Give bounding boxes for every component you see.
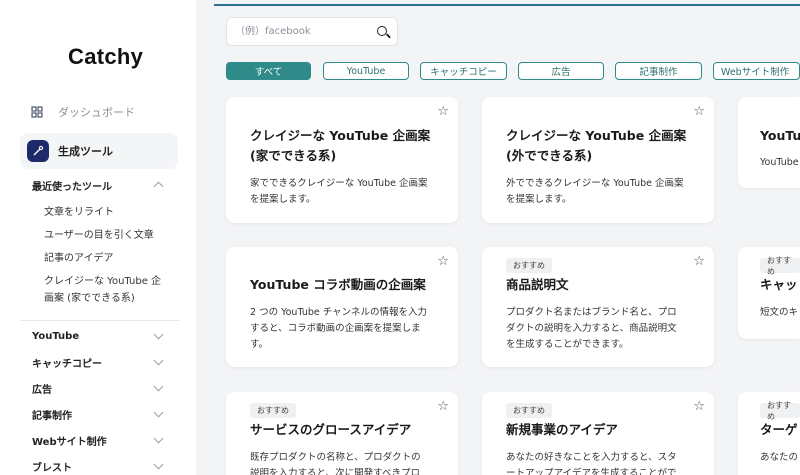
sidebar-recent-item[interactable]: クレイジーな YouTube 企 xyxy=(44,273,172,290)
card-title: 商品説明文 xyxy=(506,277,569,292)
card-title: YouTu xyxy=(760,128,800,143)
search-box xyxy=(226,17,398,46)
card-description: あなたの好きなことを入力すると、スタ xyxy=(506,452,677,463)
tool-card[interactable]: ☆ クレイジーな YouTube 企画案 (外でできる系) 外でできるクレイジー… xyxy=(482,97,714,223)
filter-chip-articles[interactable]: 記事制作 xyxy=(615,62,702,80)
filter-chip-ads[interactable]: 広告 xyxy=(518,62,604,80)
card-description-cont: す。 xyxy=(250,339,269,350)
card-title: ターゲ xyxy=(760,422,798,437)
section-label: 記事制作 xyxy=(32,410,72,422)
sidebar-recent-item-cont[interactable]: 画案 (家でできる系) xyxy=(44,290,172,307)
card-title-cont: (家でできる系) xyxy=(250,148,337,163)
card-title: クレイジーな YouTube 企画案 xyxy=(506,128,687,143)
card-description: 既存プロダクトの名称と、プロダクトの xyxy=(250,452,421,463)
chevron-down-icon xyxy=(153,355,164,366)
recommended-badge: おすすめ xyxy=(250,403,296,418)
section-label: ブレスト xyxy=(32,462,72,474)
sidebar-item-label: ダッシュボード xyxy=(58,106,135,119)
tool-card[interactable]: YouTu YouTube xyxy=(738,97,800,188)
card-description-cont: ートアップアイデアを生成することがで xyxy=(506,468,677,475)
tool-card[interactable]: ☆ おすすめ 新規事業のアイデア あなたの好きなことを入力すると、スタ ートアッ… xyxy=(482,392,714,475)
sidebar-recent-item[interactable]: 文章をリライト xyxy=(44,204,172,221)
magic-wand-icon xyxy=(27,140,49,162)
chevron-down-icon xyxy=(153,433,164,444)
app-logo[interactable]: Catchy xyxy=(68,44,143,70)
star-icon[interactable]: ☆ xyxy=(437,255,449,268)
sidebar-recent-item[interactable]: ユーザーの目を引く文章 xyxy=(44,227,172,244)
tool-card[interactable]: ☆ おすすめ サービスのグロースアイデア 既存プロダクトの名称と、プロダクトの … xyxy=(226,392,458,475)
recommended-badge: おすすめ xyxy=(506,258,552,273)
card-description: 2 つの YouTube チャンネルの情報を入力 xyxy=(250,307,427,318)
card-description: あなたの xyxy=(760,452,799,463)
sidebar-section-website[interactable]: Webサイト制作 xyxy=(32,430,166,450)
section-label: キャッチコピー xyxy=(32,358,102,370)
card-description: プロダクト名またはブランド名と、プロ xyxy=(506,307,677,318)
star-icon[interactable]: ☆ xyxy=(693,400,705,413)
card-description-cont: を生成することができます。 xyxy=(506,339,629,350)
star-icon[interactable]: ☆ xyxy=(693,255,705,268)
card-description-cont: を提案します。 xyxy=(250,194,316,205)
card-title: 新規事業のアイデア xyxy=(506,422,618,437)
chevron-down-icon xyxy=(153,459,164,470)
card-description: 外でできるクレイジーな YouTube 企画案 xyxy=(506,178,684,189)
card-description: YouTube xyxy=(760,157,799,168)
recommended-badge: おすすめ xyxy=(506,403,552,418)
divider xyxy=(20,320,180,321)
dashboard-icon xyxy=(26,101,48,123)
section-label: YouTube xyxy=(32,330,80,342)
tool-card[interactable]: おすすめ ターゲ あなたの xyxy=(738,392,800,475)
filter-chip-website[interactable]: Webサイト制作 xyxy=(713,62,800,80)
section-label: Webサイト制作 xyxy=(32,436,107,448)
chevron-down-icon xyxy=(153,407,164,418)
star-icon[interactable]: ☆ xyxy=(437,400,449,413)
card-description-cont: 説明を入力すると、次に開発すべきプロ xyxy=(250,468,420,475)
star-icon[interactable]: ☆ xyxy=(437,105,449,118)
recommended-badge: おすすめ xyxy=(760,401,800,421)
card-title: クレイジーな YouTube 企画案 xyxy=(250,128,431,143)
sidebar-item-dashboard[interactable]: ダッシュボード xyxy=(20,98,182,126)
tool-card[interactable]: ☆ YouTube コラボ動画の企画案 2 つの YouTube チャンネルの情… xyxy=(226,247,458,367)
filter-chip-catchcopy[interactable]: キャッチコピー xyxy=(420,62,507,80)
search-input[interactable] xyxy=(235,26,375,37)
sidebar-recent-item[interactable]: 記事のアイデア xyxy=(44,250,172,267)
filter-chip-youtube[interactable]: YouTube xyxy=(323,62,409,80)
star-icon[interactable]: ☆ xyxy=(693,105,705,118)
sidebar-section-catchcopy[interactable]: キャッチコピー xyxy=(32,352,166,372)
card-description: 短文のキ xyxy=(760,307,799,318)
sidebar-section-ads[interactable]: 広告 xyxy=(32,378,166,398)
chevron-down-icon xyxy=(153,329,164,340)
card-description-cont: を提案します。 xyxy=(506,194,572,205)
tool-card[interactable]: ☆ クレイジーな YouTube 企画案 (家でできる系) 家でできるクレイジー… xyxy=(226,97,458,223)
sidebar-section-articles[interactable]: 記事制作 xyxy=(32,404,166,424)
card-description-cont: ダクトの説明を入力すると、商品説明文 xyxy=(506,323,677,334)
tool-card[interactable]: おすすめ キャッ 短文のキ xyxy=(738,247,800,339)
card-title: YouTube コラボ動画の企画案 xyxy=(250,277,426,292)
recommended-badge: おすすめ xyxy=(760,256,800,276)
sidebar: Catchy ダッシュボード 生成ツール 最近使ったツール 文章をリライト ユー… xyxy=(0,0,196,475)
chevron-up-icon xyxy=(153,181,164,192)
sidebar-item-label: 生成ツール xyxy=(58,145,113,158)
card-title: キャッ xyxy=(760,277,798,292)
card-description-cont: すると、コラボ動画の企画案を提案しま xyxy=(250,323,421,334)
section-label: 広告 xyxy=(32,384,52,396)
card-title-cont: (外でできる系) xyxy=(506,148,593,163)
filter-chip-all[interactable]: すべて xyxy=(226,62,311,80)
chevron-down-icon xyxy=(153,381,164,392)
card-title: サービスのグロースアイデア xyxy=(250,422,412,437)
sidebar-item-generate-tools[interactable]: 生成ツール xyxy=(20,133,178,169)
sidebar-section-youtube[interactable]: YouTube xyxy=(32,326,166,346)
card-description: 家でできるクレイジーな YouTube 企画案 xyxy=(250,178,428,189)
sidebar-section-brainstorm[interactable]: ブレスト xyxy=(32,456,166,475)
sidebar-section-recent[interactable]: 最近使ったツール xyxy=(32,175,166,195)
header-divider xyxy=(214,4,800,6)
section-label: 最近使ったツール xyxy=(32,181,112,193)
search-icon[interactable] xyxy=(377,26,387,36)
tool-card[interactable]: ☆ おすすめ 商品説明文 プロダクト名またはブランド名と、プロ ダクトの説明を入… xyxy=(482,247,714,367)
